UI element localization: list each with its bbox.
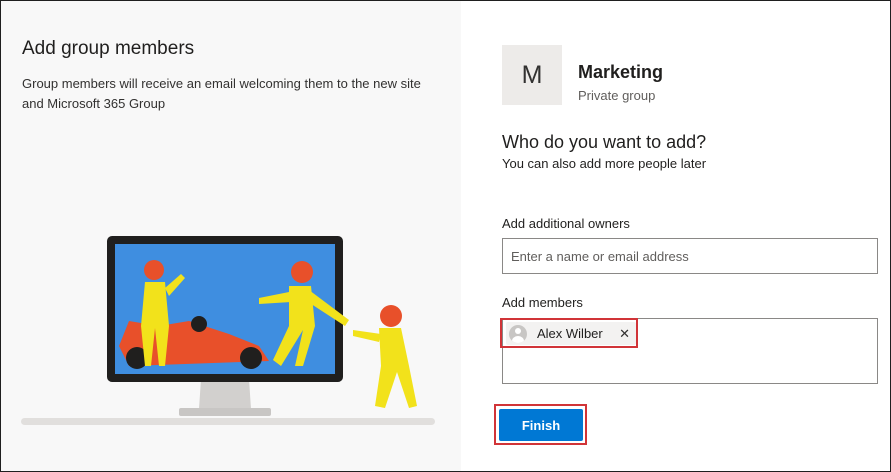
dialog: Add group members Group members will rec… — [0, 0, 891, 472]
member-chip-name: Alex Wilber — [537, 326, 603, 341]
figure-head — [144, 260, 164, 280]
group-avatar: M — [502, 45, 562, 105]
driver-helmet — [191, 316, 207, 332]
left-panel: Add group members Group members will rec… — [1, 1, 461, 471]
figure-arm — [353, 330, 381, 342]
monitor-base — [179, 408, 271, 416]
group-name: Marketing — [578, 62, 664, 82]
question-subtext: You can also add more people later — [502, 156, 707, 171]
panel-description: Group members will receive an email welc… — [22, 76, 421, 111]
members-input[interactable]: Alex Wilber ✕ — [502, 318, 878, 384]
illustration — [21, 236, 435, 425]
question-heading: Who do you want to add? — [502, 132, 707, 152]
figure-head — [291, 261, 313, 283]
car-wheel — [240, 347, 262, 369]
person-avatar-icon — [509, 324, 527, 343]
owners-input[interactable] — [502, 238, 878, 274]
figure-body — [375, 328, 417, 408]
owners-label: Add additional owners — [502, 216, 630, 231]
close-icon[interactable]: ✕ — [619, 326, 630, 342]
members-label: Add members — [502, 295, 583, 310]
group-type: Private group — [578, 88, 656, 103]
member-chip[interactable]: Alex Wilber ✕ — [506, 322, 636, 345]
figure-head — [380, 305, 402, 327]
finish-button[interactable]: Finish — [499, 409, 583, 441]
monitor-stand — [199, 379, 251, 409]
floor-line — [21, 418, 435, 425]
panel-title: Add group members — [22, 38, 195, 59]
